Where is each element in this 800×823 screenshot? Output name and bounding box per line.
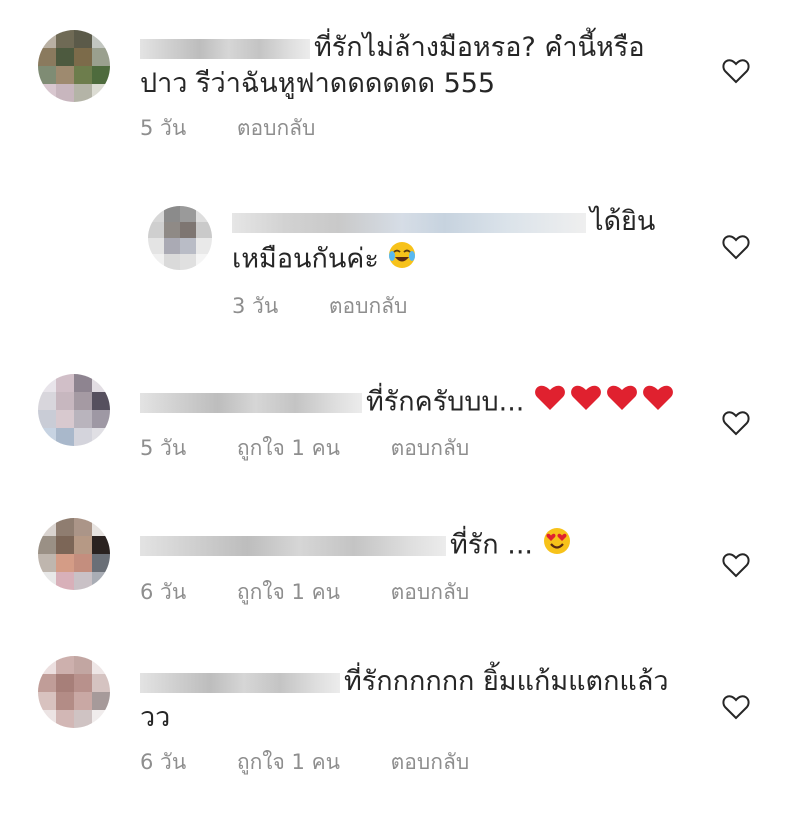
heart-outline-icon[interactable] (722, 410, 750, 436)
reply-comment-item: ได้ยินเหมือนกันค่ะ 3 วัน ตอบกลับ (0, 202, 800, 342)
reply-button[interactable]: ตอบกลับ (391, 436, 470, 460)
comment-text-line: ที่รักกกกกก ยิ้มแก้มแตกแล้ววว (140, 664, 680, 736)
avatar[interactable] (148, 206, 212, 270)
comment-body: ที่รักกกกกก ยิ้มแก้มแตกแล้ววว 6 วัน ถูกใ… (140, 664, 680, 779)
comment-item: ที่รักกกกกก ยิ้มแก้มแตกแล้ววว 6 วัน ถูกใ… (0, 652, 800, 802)
comment-time[interactable]: 3 วัน (232, 294, 278, 318)
comment-time[interactable]: 6 วัน (140, 580, 186, 604)
comment-meta: 5 วัน ถูกใจ 1 คน ตอบกลับ (140, 432, 680, 465)
comment-time[interactable]: 6 วัน (140, 750, 186, 774)
comment-body: ที่รักครับบบ... 5 วัน ถูกใจ 1 คน ตอบกลับ (140, 384, 680, 465)
comment-body: ได้ยินเหมือนกันค่ะ 3 วัน ตอบกลับ (232, 204, 680, 323)
comment-meta: 5 วัน ตอบกลับ (140, 112, 680, 145)
username-blurred[interactable] (140, 38, 310, 59)
avatar[interactable] (38, 30, 110, 102)
reply-button[interactable]: ตอบกลับ (391, 580, 470, 604)
comment-time[interactable]: 5 วัน (140, 436, 186, 460)
comment-body: ที่รัก ... 6 วัน ถูกใจ 1 คน ตอบกลับ (140, 526, 680, 609)
heart-outline-icon[interactable] (722, 694, 750, 720)
heart-outline-icon[interactable] (722, 234, 750, 260)
username-blurred[interactable] (140, 672, 340, 693)
comment-item: ที่รักครับบบ... 5 วัน ถูกใจ 1 คน ตอบกลับ (0, 372, 800, 472)
avatar[interactable] (38, 656, 110, 728)
username-blurred[interactable] (140, 536, 446, 556)
heart-outline-icon[interactable] (722, 58, 750, 84)
comment-time[interactable]: 5 วัน (140, 116, 186, 140)
comment-meta: 6 วัน ถูกใจ 1 คน ตอบกลับ (140, 746, 680, 779)
comment-item: ที่รักไม่ล้างมือหรอ? คำนี้หรือปาว รีว่าฉ… (0, 22, 800, 162)
comment-meta: 3 วัน ตอบกลับ (232, 290, 680, 323)
likes-count[interactable]: ถูกใจ 1 คน (237, 436, 340, 460)
comment-text-line: ที่รัก ... (140, 526, 680, 566)
reply-button[interactable]: ตอบกลับ (391, 750, 470, 774)
avatar[interactable] (38, 518, 110, 590)
tears-of-joy-emoji (387, 240, 417, 280)
likes-count[interactable]: ถูกใจ 1 คน (237, 580, 340, 604)
heart-outline-icon[interactable] (722, 552, 750, 578)
comment-meta: 6 วัน ถูกใจ 1 คน ตอบกลับ (140, 576, 680, 609)
red-hearts-emoji (533, 384, 677, 422)
avatar[interactable] (38, 374, 110, 446)
comment-text-line: ที่รักไม่ล้างมือหรอ? คำนี้หรือปาว รีว่าฉ… (140, 30, 680, 102)
username-blurred[interactable] (140, 393, 362, 413)
reply-button[interactable]: ตอบกลับ (237, 116, 316, 140)
comment-body: ที่รักไม่ล้างมือหรอ? คำนี้หรือปาว รีว่าฉ… (140, 30, 680, 145)
reply-button[interactable]: ตอบกลับ (329, 294, 408, 318)
comment-item: ที่รัก ... 6 วัน ถูกใจ 1 คน ตอบกลับ (0, 516, 800, 616)
heart-eyes-emoji (542, 526, 572, 566)
likes-count[interactable]: ถูกใจ 1 คน (237, 750, 340, 774)
comment-text: ที่รัก ... (450, 529, 533, 561)
comment-text-line: ได้ยินเหมือนกันค่ะ (232, 204, 680, 280)
comment-text-line: ที่รักครับบบ... (140, 384, 680, 422)
username-blurred[interactable] (232, 212, 586, 233)
comment-text: ที่รักครับบบ... (366, 386, 525, 418)
